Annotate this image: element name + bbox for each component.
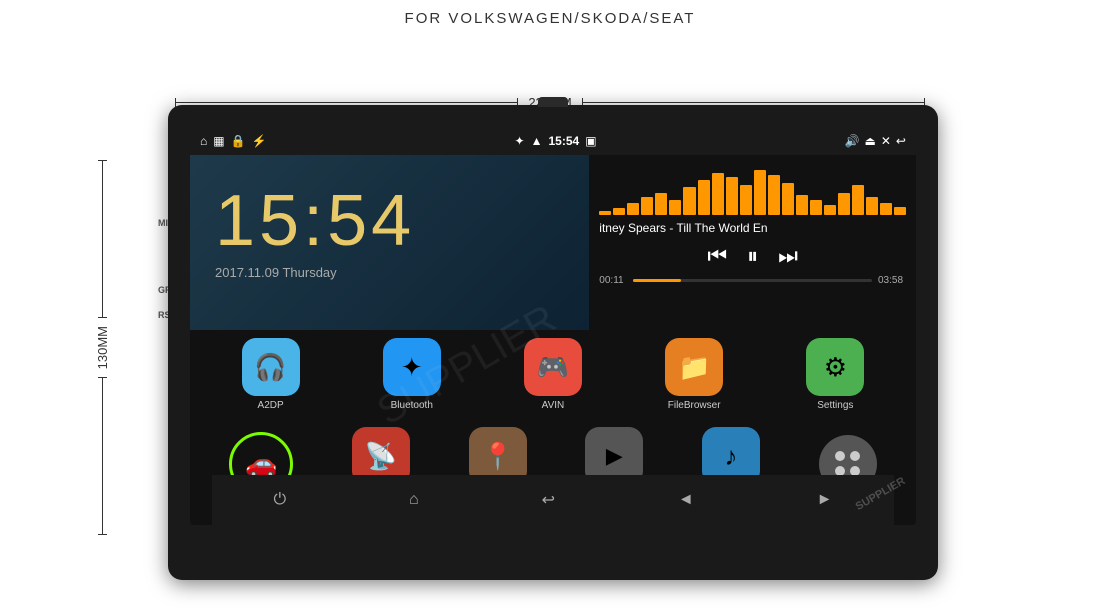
volume-down-button[interactable]: ◄	[678, 491, 694, 509]
height-line-top	[102, 160, 103, 318]
power-button[interactable]: ⏻	[273, 491, 286, 509]
music-controls[interactable]: ⏮ ⏸ ⏭	[599, 243, 906, 269]
app-row-1: 🎧A2DP✦Bluetooth🎮AVIN📁FileBrowser⚙Setting…	[190, 330, 916, 419]
viz-bar	[824, 205, 836, 215]
app-label-settings: Settings	[817, 400, 853, 411]
camera-status-icon: ▣	[585, 134, 596, 148]
viz-bar	[655, 193, 667, 215]
viz-bar	[641, 197, 653, 215]
viz-bar	[838, 193, 850, 215]
music-title: itney Spears - Till The World En	[599, 221, 906, 235]
play-pause-button[interactable]: ⏸	[747, 243, 758, 269]
music-visualizer	[599, 165, 906, 215]
eject-status-icon: ⏏	[865, 134, 876, 148]
viz-bar	[627, 203, 639, 215]
android-back-icon[interactable]: ↩	[896, 134, 906, 148]
volume-up-button[interactable]: ►	[817, 491, 833, 509]
viz-bar	[880, 203, 892, 215]
progress-fill	[633, 279, 681, 282]
wifi-status-icon: ▲	[531, 134, 543, 148]
close-status-icon[interactable]: ✕	[881, 134, 891, 148]
bottom-nav: ⏻ ⌂ ↩ ◄ ►	[212, 475, 894, 525]
viz-bar	[866, 197, 878, 215]
viz-bar	[599, 211, 611, 215]
width-line-left	[175, 102, 518, 103]
device-unit: ⌂ ▦ 🔒 ⚡ ✦ ▲ 15:54 ▣ 🔊 ⏏ ✕ ↩	[168, 105, 938, 580]
home-nav-button[interactable]: ⌂	[409, 491, 419, 509]
viz-bar	[698, 180, 710, 215]
status-right: 🔊 ⏏ ✕ ↩	[845, 134, 906, 148]
app-label-avin: AVIN	[542, 400, 565, 411]
width-line-right	[582, 102, 925, 103]
viz-bar	[712, 173, 724, 215]
status-time: 15:54	[548, 134, 579, 148]
height-line-bottom	[102, 377, 103, 535]
viz-bar	[740, 185, 752, 215]
height-label: 130MM	[95, 318, 110, 377]
back-nav-button[interactable]: ↩	[542, 490, 555, 510]
more-dot	[850, 451, 860, 461]
music-panel: itney Spears - Till The World En ⏮ ⏸ ⏭ 0…	[589, 155, 916, 330]
app-icon-settings[interactable]: ⚙ Settings	[806, 338, 864, 411]
app-label-filebrowser: FileBrowser	[668, 400, 721, 411]
height-dimension: 130MM	[95, 160, 110, 535]
volume-status-icon[interactable]: 🔊	[845, 134, 860, 148]
app-label-a2dp: A2DP	[258, 400, 284, 411]
viz-bar	[669, 200, 681, 215]
time-current: 00:11	[599, 275, 627, 286]
bluetooth-status-icon: ✦	[515, 134, 525, 148]
upper-section: 15:54 2017.11.09 Thursday itney Spears -…	[190, 155, 916, 330]
viz-bar	[894, 207, 906, 215]
more-dot	[835, 451, 845, 461]
app-icon-filebrowser[interactable]: 📁 FileBrowser	[665, 338, 723, 411]
prev-button[interactable]: ⏮	[707, 243, 727, 269]
time-total: 03:58	[878, 275, 906, 286]
viz-bar	[683, 187, 695, 215]
lock-icon: 🔒	[231, 134, 246, 148]
viz-bar	[613, 208, 625, 215]
viz-bar	[726, 177, 738, 215]
home-icon[interactable]: ⌂	[200, 134, 207, 148]
date-display: 2017.11.09 Thursday	[215, 265, 564, 280]
app-icon-a2dp[interactable]: 🎧 A2DP	[242, 338, 300, 411]
progress-area: 00:11 03:58	[599, 275, 906, 286]
viz-bar	[852, 185, 864, 215]
status-center: ✦ ▲ 15:54 ▣	[515, 134, 597, 148]
device-knob	[538, 97, 568, 107]
viz-bar	[796, 195, 808, 215]
status-left: ⌂ ▦ 🔒 ⚡	[200, 134, 267, 148]
app-circle-settings: ⚙	[806, 338, 864, 396]
viz-bar	[754, 170, 766, 215]
gallery-icon: ▦	[213, 134, 224, 148]
progress-bar[interactable]	[633, 279, 872, 282]
app-circle-filebrowser: 📁	[665, 338, 723, 396]
usb-icon: ⚡	[252, 134, 267, 148]
viz-bar	[810, 200, 822, 215]
app-circle-a2dp: 🎧	[242, 338, 300, 396]
page-title: FOR VOLKSWAGEN/SKODA/SEAT	[0, 0, 1100, 27]
viz-bar	[768, 175, 780, 215]
clock-display: 15:54	[215, 185, 564, 257]
status-bar: ⌂ ▦ 🔒 ⚡ ✦ ▲ 15:54 ▣ 🔊 ⏏ ✕ ↩	[190, 127, 916, 155]
viz-bar	[782, 183, 794, 215]
next-button[interactable]: ⏭	[778, 243, 798, 269]
